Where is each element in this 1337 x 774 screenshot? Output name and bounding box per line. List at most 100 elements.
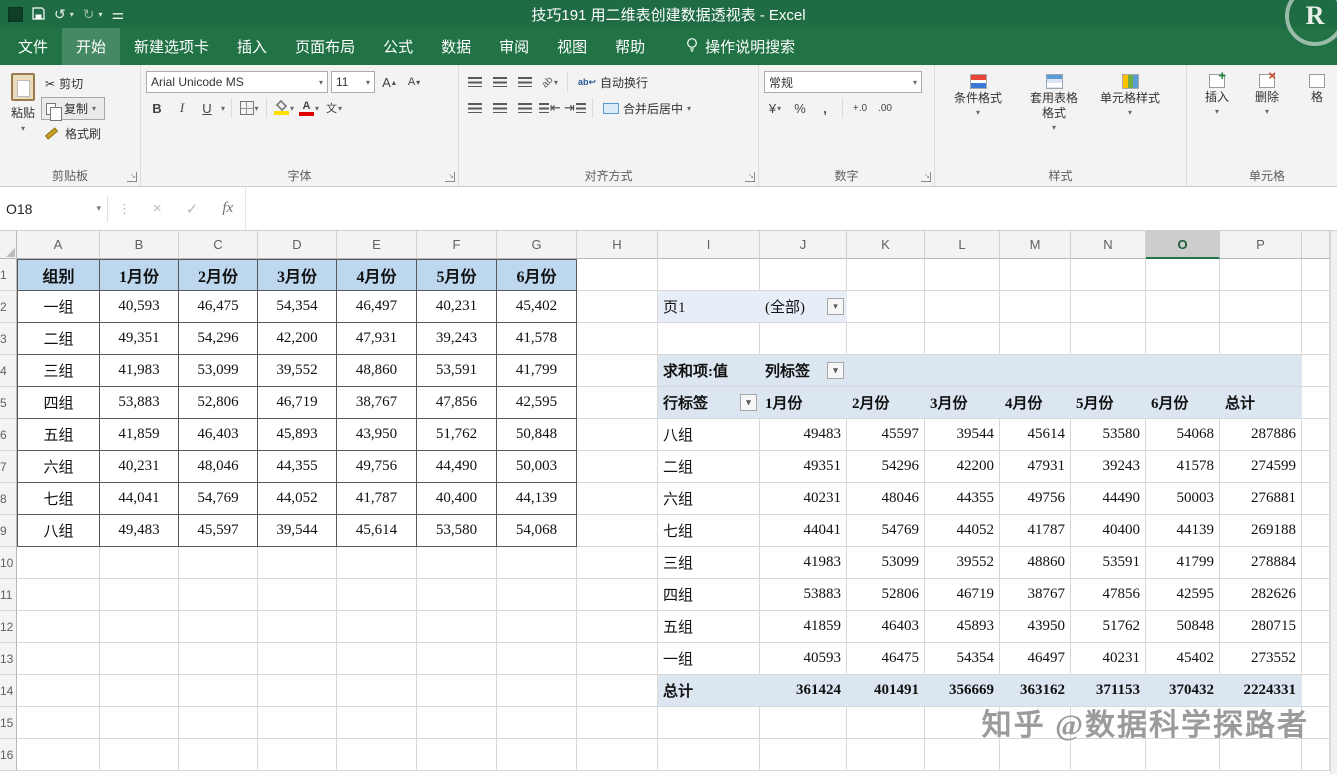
decrease-font-size-button[interactable]: A ▾ <box>403 71 425 93</box>
cell-B11[interactable] <box>100 579 179 611</box>
cell-L4[interactable] <box>925 355 1000 387</box>
column-header-L[interactable]: L <box>925 231 1000 259</box>
cell-K9[interactable]: 54769 <box>847 515 925 547</box>
cell-M9[interactable]: 41787 <box>1000 515 1071 547</box>
cell-B2[interactable]: 40,593 <box>100 291 179 323</box>
font-color-button[interactable]: A ▾ <box>298 97 320 119</box>
bold-button[interactable]: B <box>146 97 168 119</box>
column-header-N[interactable]: N <box>1071 231 1146 259</box>
tab-文件[interactable]: 文件 <box>4 28 62 65</box>
cell-I8[interactable]: 六组 <box>658 483 760 515</box>
cell-P4[interactable] <box>1220 355 1302 387</box>
align-left-icon[interactable] <box>464 97 486 119</box>
cell-N5[interactable]: 5月份 <box>1071 387 1146 419</box>
cell-I1[interactable] <box>658 259 760 291</box>
cell-A10[interactable] <box>17 547 100 579</box>
cell-J13[interactable]: 40593 <box>760 643 847 675</box>
cell-E14[interactable] <box>337 675 417 707</box>
cell-O8[interactable]: 50003 <box>1146 483 1220 515</box>
select-all-button[interactable] <box>0 231 17 259</box>
cell-K3[interactable] <box>847 323 925 355</box>
cell-B3[interactable]: 49,351 <box>100 323 179 355</box>
cell-F15[interactable] <box>417 707 497 739</box>
column-header-F[interactable]: F <box>417 231 497 259</box>
cell-B13[interactable] <box>100 643 179 675</box>
column-header-P[interactable]: P <box>1220 231 1302 259</box>
cell-F16[interactable] <box>417 739 497 771</box>
underline-button[interactable]: U <box>196 97 218 119</box>
cell-P8[interactable]: 276881 <box>1220 483 1302 515</box>
cell-C10[interactable] <box>179 547 258 579</box>
cell-M5[interactable]: 4月份 <box>1000 387 1071 419</box>
cell-C11[interactable] <box>179 579 258 611</box>
row-header-10[interactable]: 10 <box>0 547 17 579</box>
align-middle-icon[interactable] <box>489 71 511 93</box>
cell-N10[interactable]: 53591 <box>1071 547 1146 579</box>
cell-B16[interactable] <box>100 739 179 771</box>
cell-J7[interactable]: 49351 <box>760 451 847 483</box>
number-dialog-launcher[interactable]: ↘ <box>921 172 931 182</box>
cell-O13[interactable]: 45402 <box>1146 643 1220 675</box>
align-top-icon[interactable] <box>464 71 486 93</box>
orientation-button[interactable]: ab ▾ <box>539 71 561 93</box>
wrap-text-button[interactable]: ab↩ 自动换行 <box>574 72 652 93</box>
cell-H14[interactable] <box>577 675 658 707</box>
cell-G6[interactable]: 50,848 <box>497 419 577 451</box>
row-header-6[interactable]: 6 <box>0 419 17 451</box>
tab-数据[interactable]: 数据 <box>427 28 485 65</box>
name-box[interactable]: O18 ▾ <box>0 195 108 222</box>
align-right-icon[interactable] <box>514 97 536 119</box>
tell-me-search[interactable]: 操作说明搜索 <box>685 28 795 65</box>
cell-F10[interactable] <box>417 547 497 579</box>
cell-B6[interactable]: 41,859 <box>100 419 179 451</box>
cell-G11[interactable] <box>497 579 577 611</box>
cell-B7[interactable]: 40,231 <box>100 451 179 483</box>
cell-Q9[interactable] <box>1302 515 1330 547</box>
cell-P7[interactable]: 274599 <box>1220 451 1302 483</box>
cell-K8[interactable]: 48046 <box>847 483 925 515</box>
cell-N9[interactable]: 40400 <box>1071 515 1146 547</box>
row-header-9[interactable]: 9 <box>0 515 17 547</box>
cell-O6[interactable]: 54068 <box>1146 419 1220 451</box>
cell-G10[interactable] <box>497 547 577 579</box>
cell-H15[interactable] <box>577 707 658 739</box>
cell-D13[interactable] <box>258 643 337 675</box>
cell-N11[interactable]: 47856 <box>1071 579 1146 611</box>
cell-A15[interactable] <box>17 707 100 739</box>
row-header-12[interactable]: 12 <box>0 611 17 643</box>
cell-N6[interactable]: 53580 <box>1071 419 1146 451</box>
cell-E4[interactable]: 48,860 <box>337 355 417 387</box>
cell-D12[interactable] <box>258 611 337 643</box>
tab-公式[interactable]: 公式 <box>369 28 427 65</box>
accounting-format-button[interactable]: ¥ ▾ <box>764 97 786 119</box>
cell-J4[interactable]: 列标签 ▾ <box>760 355 847 387</box>
column-header-M[interactable]: M <box>1000 231 1071 259</box>
cell-H12[interactable] <box>577 611 658 643</box>
cell-G14[interactable] <box>497 675 577 707</box>
cell-D5[interactable]: 46,719 <box>258 387 337 419</box>
cell-K16[interactable] <box>847 739 925 771</box>
cell-J9[interactable]: 44041 <box>760 515 847 547</box>
format-as-table-button[interactable]: 套用表格格式 ▾ <box>1016 69 1092 169</box>
cell-J11[interactable]: 53883 <box>760 579 847 611</box>
cell-C9[interactable]: 45,597 <box>179 515 258 547</box>
column-header-O[interactable]: O <box>1146 231 1220 259</box>
cell-A8[interactable]: 七组 <box>17 483 100 515</box>
cell-L3[interactable] <box>925 323 1000 355</box>
cell-C1[interactable]: 2月份 <box>179 259 258 291</box>
cell-L1[interactable] <box>925 259 1000 291</box>
cell-L13[interactable]: 54354 <box>925 643 1000 675</box>
cell-C16[interactable] <box>179 739 258 771</box>
cell-F4[interactable]: 53,591 <box>417 355 497 387</box>
cell-O10[interactable]: 41799 <box>1146 547 1220 579</box>
cell-P9[interactable]: 269188 <box>1220 515 1302 547</box>
cell-K11[interactable]: 52806 <box>847 579 925 611</box>
cell-E8[interactable]: 41,787 <box>337 483 417 515</box>
cell-J6[interactable]: 49483 <box>760 419 847 451</box>
increase-font-size-button[interactable]: A ▴ <box>378 71 400 93</box>
insert-cells-button[interactable]: 插入 ▾ <box>1192 68 1242 169</box>
cell-E10[interactable] <box>337 547 417 579</box>
format-painter-button[interactable]: 格式刷 <box>41 123 105 144</box>
cell-E2[interactable]: 46,497 <box>337 291 417 323</box>
cell-O3[interactable] <box>1146 323 1220 355</box>
